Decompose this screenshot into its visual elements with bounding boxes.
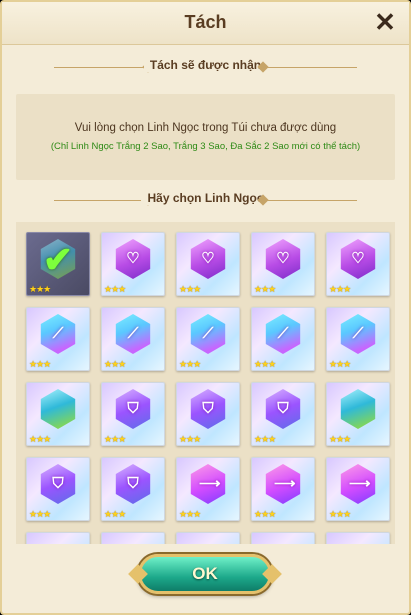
- gem-emblem-icon: ♡: [201, 250, 215, 267]
- gem-slot[interactable]: ♡ ★★★: [251, 232, 315, 296]
- gem-emblem-icon: ⛉: [202, 400, 214, 417]
- gem-emblem-icon: ⛉: [52, 475, 64, 492]
- button-ornament-icon: [128, 564, 148, 584]
- checkmark-icon: ✔: [42, 239, 74, 280]
- star-rating: ★★★: [104, 284, 126, 294]
- ok-button[interactable]: OK: [128, 554, 282, 594]
- gem-slot[interactable]: ⟶ ★★★: [176, 457, 240, 521]
- receive-section-heading: Tách sẽ được nhận: [2, 58, 409, 78]
- gem-emblem-icon: ⛉: [127, 400, 139, 417]
- gem-emblem-icon: ⟋: [202, 325, 214, 342]
- gem-slot[interactable]: ♡ ★★★: [101, 232, 165, 296]
- ok-button-label: OK: [192, 564, 218, 583]
- divider-left: [54, 200, 146, 201]
- gem-slot[interactable]: ⛉ ★★★: [101, 382, 165, 446]
- gem-slot[interactable]: ⛉ ★★★: [176, 382, 240, 446]
- gem-slot[interactable]: [176, 532, 240, 544]
- gem-emblem-icon: ⟶: [274, 475, 296, 492]
- receive-message: Vui lòng chọn Linh Ngọc trong Túi chưa đ…: [74, 122, 337, 134]
- gem-emblem-icon: ⟋: [277, 325, 289, 342]
- gem-slot[interactable]: ★★★: [326, 382, 390, 446]
- title-bar: Tách ✕: [2, 2, 409, 45]
- star-rating: ★★★: [254, 434, 276, 444]
- receive-heading-text: Tách sẽ được nhận: [143, 58, 268, 72]
- star-rating: ★★★: [254, 509, 276, 519]
- gem-emblem-icon: ⟶: [349, 475, 371, 492]
- receive-note: (Chỉ Linh Ngọc Trắng 2 Sao, Trắng 3 Sao,…: [50, 141, 361, 152]
- star-rating: ★★★: [29, 359, 51, 369]
- select-section-heading: Hãy chọn Linh Ngọc: [2, 191, 409, 211]
- gem-emblem-icon: ⟋: [52, 325, 64, 342]
- star-rating: ★★★: [179, 434, 201, 444]
- gem-slot[interactable]: ⟋ ★★★: [26, 307, 90, 371]
- gem-slot[interactable]: ⟋ ★★★: [101, 307, 165, 371]
- receive-info-box: Vui lòng chọn Linh Ngọc trong Túi chưa đ…: [16, 94, 395, 180]
- gem-slot[interactable]: ✔ ★★★: [26, 232, 90, 296]
- gem-slot[interactable]: ⛉ ★★★: [101, 457, 165, 521]
- gem-slot[interactable]: ★★★: [26, 382, 90, 446]
- gem-slot[interactable]: ♡ ★★★: [176, 232, 240, 296]
- divider-right: [265, 67, 357, 68]
- star-rating: ★★★: [179, 509, 201, 519]
- star-rating: ★★★: [179, 284, 201, 294]
- gem-slot[interactable]: [251, 532, 315, 544]
- star-rating: ★★★: [254, 359, 276, 369]
- star-rating: ★★★: [329, 359, 351, 369]
- star-rating: ★★★: [29, 434, 51, 444]
- star-rating: ★★★: [329, 434, 351, 444]
- gem-slot[interactable]: ♡ ★★★: [326, 232, 390, 296]
- gem-slot[interactable]: ⛉ ★★★: [251, 382, 315, 446]
- gem-emblem-icon: ♡: [126, 250, 140, 267]
- dialog-title: Tách: [184, 12, 227, 32]
- star-rating: ★★★: [104, 434, 126, 444]
- gem-slot[interactable]: [26, 532, 90, 544]
- star-rating: ★★★: [329, 284, 351, 294]
- split-dialog: Tách ✕ Tách sẽ được nhận Vui lòng chọn L…: [0, 0, 411, 615]
- star-rating: ★★★: [29, 284, 51, 294]
- star-rating: ★★★: [104, 359, 126, 369]
- gem-emblem-icon: ⛉: [277, 400, 289, 417]
- divider-left: [54, 67, 146, 68]
- button-ornament-icon: [262, 564, 282, 584]
- gem-emblem-icon: ⟋: [127, 325, 139, 342]
- gem-grid: ✔ ★★★ ♡ ★★★ ♡ ★★★ ♡ ★★★ ♡ ★★★ ⟋ ★★★ ⟋ ★★★ ⟋ ★★★ ⟋ ★★★ ⟋ ★★★…: [16, 222, 395, 544]
- gem-emblem-icon: ♡: [351, 250, 365, 267]
- gem-emblem-icon: ⟋: [352, 325, 364, 342]
- gem-slot[interactable]: ⟶ ★★★: [251, 457, 315, 521]
- gem-emblem-icon: ♡: [276, 250, 290, 267]
- star-rating: ★★★: [104, 509, 126, 519]
- select-heading-text: Hãy chọn Linh Ngọc: [141, 191, 270, 205]
- gem-slot[interactable]: ⟋ ★★★: [176, 307, 240, 371]
- gem-emblem-icon: ⛉: [127, 475, 139, 492]
- star-rating: ★★★: [29, 509, 51, 519]
- star-rating: ★★★: [179, 359, 201, 369]
- star-rating: ★★★: [254, 284, 276, 294]
- star-rating: ★★★: [329, 509, 351, 519]
- gem-slot[interactable]: [326, 532, 390, 544]
- gem-slot[interactable]: [101, 532, 165, 544]
- gem-slot[interactable]: ⟋ ★★★: [326, 307, 390, 371]
- gem-slot[interactable]: ⟋ ★★★: [251, 307, 315, 371]
- gem-slot[interactable]: ⟶ ★★★: [326, 457, 390, 521]
- gem-icon: [340, 389, 376, 429]
- gem-emblem-icon: ⟶: [199, 475, 221, 492]
- divider-right: [265, 200, 357, 201]
- close-icon[interactable]: ✕: [372, 9, 398, 36]
- gem-icon: [40, 389, 76, 429]
- gem-slot[interactable]: ⛉ ★★★: [26, 457, 90, 521]
